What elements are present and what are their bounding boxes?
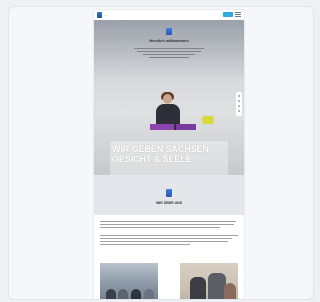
banner-line-1: WIR GEBEN SACHSEN xyxy=(112,144,209,154)
about-section: WIR ÜBER UNS xyxy=(94,175,244,215)
hero-section: Herzlich willkommen WIR GEBEN SACHSEN GE… xyxy=(94,20,244,175)
menu-icon[interactable] xyxy=(235,12,241,17)
side-scroll-nav[interactable] xyxy=(236,92,242,116)
hero-banner: WIR GEBEN SACHSEN GESICHT & SEELE xyxy=(110,141,228,175)
hero-subtext-lines xyxy=(134,48,204,60)
screenshot-card: … … Herzlich willkommen WIR GEBEN SACHSE… xyxy=(8,6,314,300)
purple-banner-right xyxy=(176,124,196,130)
banner-line-2: GESICHT & SEELE xyxy=(112,154,192,164)
about-text-block xyxy=(100,221,238,259)
yellow-badge xyxy=(202,116,214,124)
header-cta-button[interactable]: … xyxy=(223,12,233,17)
team-photo-right xyxy=(180,263,238,299)
hero-logo-icon xyxy=(166,28,172,35)
team-photo-left xyxy=(100,263,158,299)
hero-title: Herzlich willkommen xyxy=(149,38,189,43)
website-preview[interactable]: … … Herzlich willkommen WIR GEBEN SACHSE… xyxy=(94,10,244,299)
purple-banner-left xyxy=(150,124,174,130)
about-logo-icon xyxy=(166,189,172,197)
site-logo-icon[interactable] xyxy=(97,12,102,18)
about-title: WIR ÜBER UNS xyxy=(155,201,183,205)
site-logo-text: … xyxy=(104,12,108,17)
